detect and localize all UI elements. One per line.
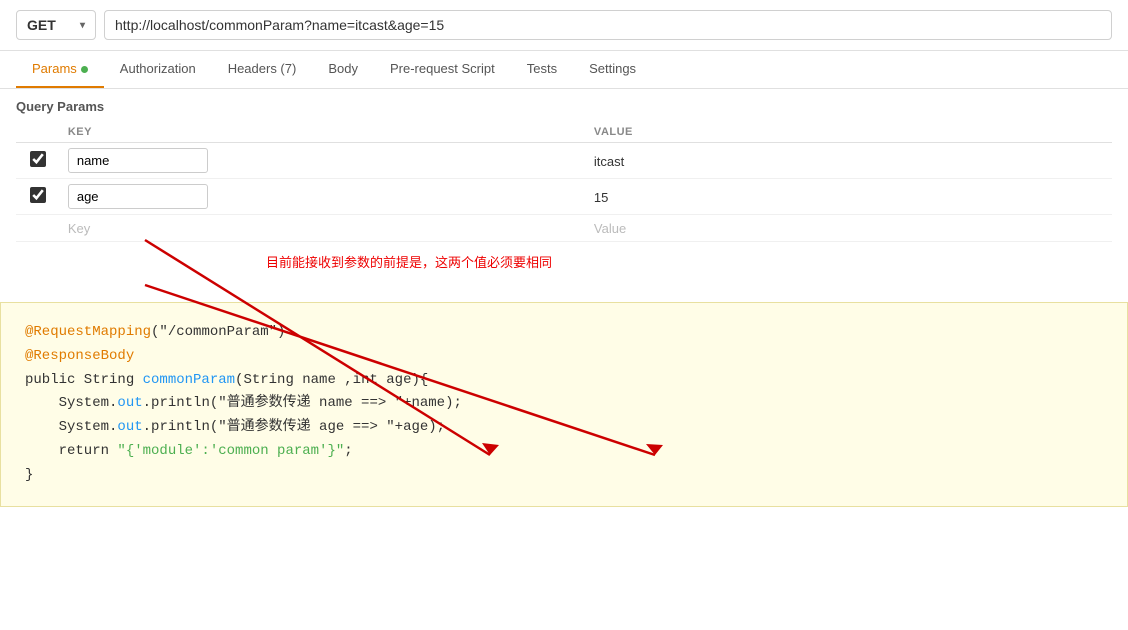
tab-body[interactable]: Body — [312, 51, 374, 88]
checkbox-cell-2 — [16, 179, 60, 215]
key-placeholder-cell: Key — [60, 215, 586, 242]
tabs-bar: Params Authorization Headers (7) Body Pr… — [0, 51, 1128, 89]
key-cell-2 — [60, 179, 586, 215]
value-text-1: itcast — [594, 154, 624, 169]
table-row-empty: Key Value — [16, 215, 1112, 242]
value-cell-1: itcast — [586, 143, 1112, 179]
key-input-2[interactable] — [68, 184, 208, 209]
value-placeholder: Value — [594, 221, 626, 236]
code-line-6: return "{'module':'common param'}"; — [25, 440, 1103, 464]
tab-settings[interactable]: Settings — [573, 51, 652, 88]
url-bar: GET ▾ — [0, 0, 1128, 51]
code-line-3: public String commonParam(String name ,i… — [25, 369, 1103, 393]
tab-authorization[interactable]: Authorization — [104, 51, 212, 88]
method-label: GET — [27, 17, 76, 33]
method-selector[interactable]: GET ▾ — [16, 10, 96, 40]
value-cell-2: 15 — [586, 179, 1112, 215]
code-line-4: System.out.println("普通参数传递 name ==> "+na… — [25, 392, 1103, 416]
params-dot — [81, 66, 88, 73]
tab-headers[interactable]: Headers (7) — [212, 51, 313, 88]
key-cell-1 — [60, 143, 586, 179]
code-line-1: @RequestMapping("/commonParam") — [25, 321, 1103, 345]
value-text-2: 15 — [594, 190, 608, 205]
checkbox-cell-1 — [16, 143, 60, 179]
check-col-header — [16, 122, 60, 143]
params-table: KEY VALUE itcast — [16, 122, 1112, 242]
chevron-down-icon: ▾ — [80, 20, 85, 31]
key-input-1[interactable] — [68, 148, 208, 173]
value-placeholder-cell: Value — [586, 215, 1112, 242]
tab-prerequest[interactable]: Pre-request Script — [374, 51, 511, 88]
row2-checkbox[interactable] — [30, 187, 46, 203]
tab-params[interactable]: Params — [16, 51, 104, 88]
code-line-5: System.out.println("普通参数传递 age ==> "+age… — [25, 416, 1103, 440]
value-col-header: VALUE — [586, 122, 1112, 143]
code-section: @RequestMapping("/commonParam") @Respons… — [0, 302, 1128, 507]
annotation-text: 目前能接收到参数的前提是，这两个值必须要相同 — [266, 252, 552, 271]
row1-checkbox[interactable] — [30, 151, 46, 167]
annotation-area: 目前能接收到参数的前提是，这两个值必须要相同 — [16, 242, 1128, 302]
table-row: 15 — [16, 179, 1112, 215]
code-line-2: @ResponseBody — [25, 345, 1103, 369]
key-col-header: KEY — [60, 122, 586, 143]
url-input[interactable] — [104, 10, 1112, 40]
code-line-7: } — [25, 464, 1103, 488]
tab-tests[interactable]: Tests — [511, 51, 573, 88]
query-params-title: Query Params — [16, 99, 1112, 114]
key-placeholder: Key — [68, 221, 90, 236]
table-row: itcast — [16, 143, 1112, 179]
full-wrapper: GET ▾ Params Authorization Headers (7) B… — [0, 0, 1128, 507]
params-section: Query Params KEY VALUE — [0, 89, 1128, 242]
